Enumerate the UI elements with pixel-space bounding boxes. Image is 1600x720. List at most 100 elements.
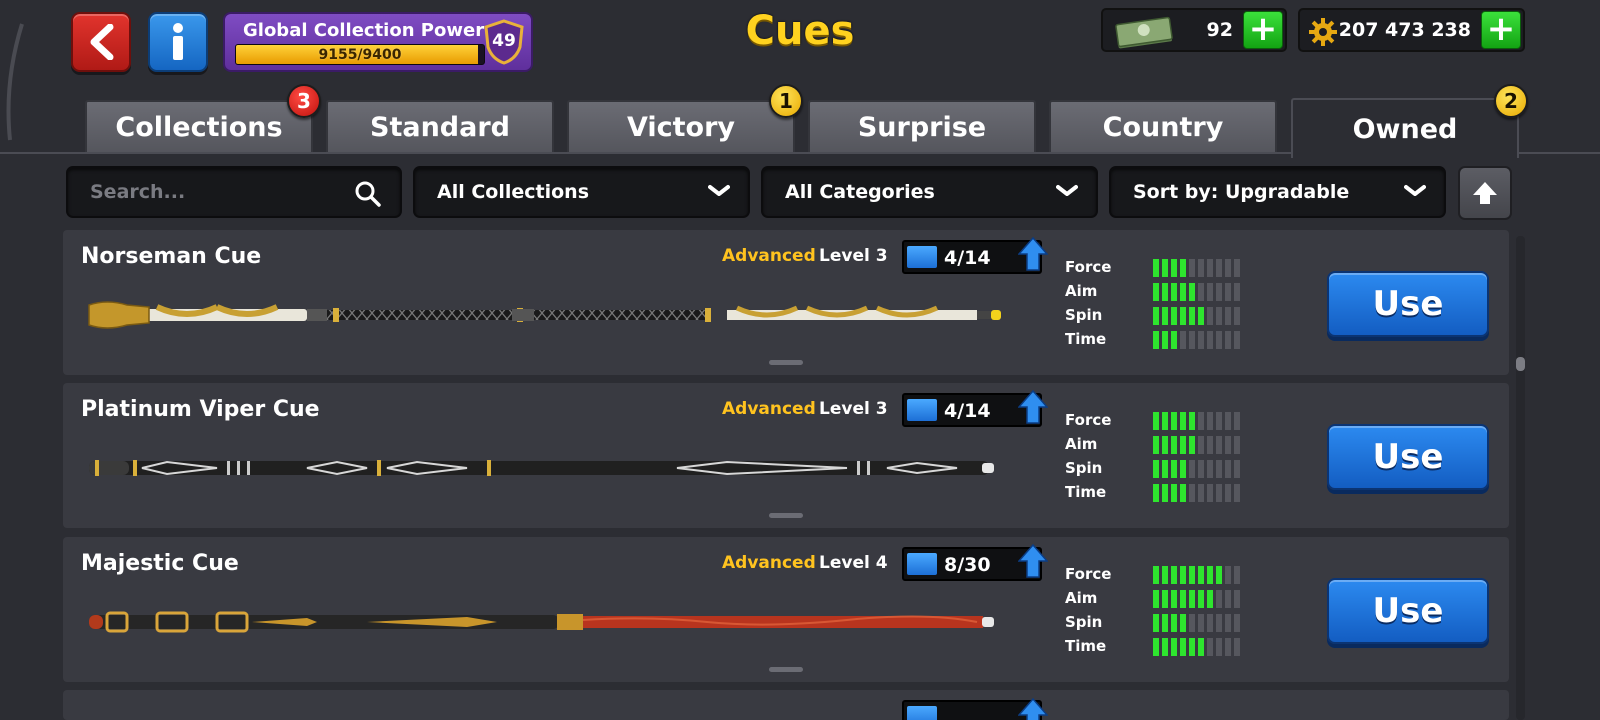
tab-surprise[interactable]: Surprise <box>808 100 1036 152</box>
stat-segment <box>1198 484 1204 502</box>
stat-segment <box>1171 460 1177 478</box>
cue-tier: Advanced <box>722 553 816 573</box>
cue-progress-text: 8/30 <box>944 554 991 576</box>
stat-segment <box>1207 307 1213 325</box>
stat-segment <box>1180 307 1186 325</box>
stat-segment <box>1153 460 1159 478</box>
stat-segment <box>1207 566 1213 584</box>
cue-progress-text: 4/14 <box>944 400 991 422</box>
stat-segment <box>1171 259 1177 277</box>
stat-label-spin: Spin <box>1065 459 1103 477</box>
stat-segment <box>1171 638 1177 656</box>
stat-segment <box>1180 283 1186 301</box>
stat-segment <box>1162 259 1168 277</box>
stat-segment <box>1171 331 1177 349</box>
stat-segment <box>1180 638 1186 656</box>
use-cue-button[interactable]: Use <box>1327 424 1489 490</box>
stat-segment <box>1198 436 1204 454</box>
cue-tier: Advanced <box>722 399 816 419</box>
stat-segment <box>1216 436 1222 454</box>
stat-label-aim: Aim <box>1065 282 1098 300</box>
stat-bar-aim <box>1153 590 1243 608</box>
stat-segment <box>1198 259 1204 277</box>
collections-dropdown[interactable]: All Collections <box>413 166 750 218</box>
stat-segment <box>1225 590 1231 608</box>
stat-segment <box>1198 412 1204 430</box>
coins-value: 207 473 238 <box>1338 19 1471 41</box>
coins-icon <box>1309 18 1337 46</box>
scrollbar-thumb[interactable] <box>1516 357 1525 371</box>
cue-progress-fill <box>907 399 937 421</box>
buy-cash-button[interactable]: + <box>1243 11 1283 49</box>
stat-segment <box>1171 307 1177 325</box>
stat-segment <box>1180 259 1186 277</box>
stat-segment <box>1153 259 1159 277</box>
stat-label-time: Time <box>1065 483 1107 501</box>
stat-label-time: Time <box>1065 637 1107 655</box>
upgrade-arrow-icon[interactable] <box>1018 237 1048 271</box>
stat-bar-spin <box>1153 460 1243 478</box>
tab-collections[interactable]: Collections <box>85 100 313 152</box>
cue-card[interactable]: Platinum Viper Cue Advanced Level 3 4/14 F… <box>63 383 1509 528</box>
tab-owned[interactable]: Owned <box>1291 98 1519 158</box>
cue-card[interactable]: Majestic Cue Advanced Level 4 8/30 Force Ai… <box>63 537 1509 682</box>
stat-segment <box>1234 590 1240 608</box>
tab-victory[interactable]: Victory <box>567 100 795 152</box>
stat-segment <box>1189 259 1195 277</box>
chevron-down-icon <box>1056 185 1078 196</box>
stat-segment <box>1234 460 1240 478</box>
stat-segment <box>1207 331 1213 349</box>
stat-segment <box>1180 614 1186 632</box>
tab-country[interactable]: Country <box>1049 100 1277 152</box>
plus-icon: + <box>1486 9 1516 49</box>
sort-direction-button[interactable] <box>1458 166 1512 220</box>
stat-segment <box>1189 566 1195 584</box>
stat-bar-aim <box>1153 436 1243 454</box>
sort-dropdown[interactable]: Sort by: Upgradable <box>1109 166 1446 218</box>
stat-segment <box>1162 460 1168 478</box>
stat-segment <box>1225 412 1231 430</box>
upgrade-arrow-icon[interactable] <box>1018 390 1048 424</box>
stat-segment <box>1207 614 1213 632</box>
use-cue-button[interactable]: Use <box>1327 578 1489 644</box>
stat-segment <box>1189 614 1195 632</box>
upgrade-arrow-icon <box>1018 698 1048 720</box>
cue-image <box>88 301 1001 329</box>
stat-segment <box>1162 590 1168 608</box>
search-input[interactable]: Search... <box>66 166 402 218</box>
stat-segment <box>1180 484 1186 502</box>
stat-segment <box>1189 590 1195 608</box>
stat-segment <box>1216 307 1222 325</box>
stat-bar-time <box>1153 331 1243 349</box>
stat-segment <box>1234 331 1240 349</box>
categories-dropdown[interactable]: All Categories <box>761 166 1098 218</box>
stat-segment <box>1198 614 1204 632</box>
cue-card[interactable]: Norseman Cue Advanced Level 3 4/14 Force Ai… <box>63 230 1509 375</box>
stat-segment <box>1153 566 1159 584</box>
chevron-down-icon <box>1404 185 1426 196</box>
stat-segment <box>1207 259 1213 277</box>
stat-segment <box>1234 412 1240 430</box>
stat-segment <box>1207 283 1213 301</box>
categories-dropdown-value: All Categories <box>785 181 935 203</box>
scrollbar-track[interactable] <box>1516 236 1525 720</box>
stat-label-aim: Aim <box>1065 435 1098 453</box>
stat-bar-spin <box>1153 614 1243 632</box>
stat-segment <box>1189 436 1195 454</box>
use-cue-button[interactable]: Use <box>1327 271 1489 337</box>
stat-segment <box>1198 638 1204 656</box>
chevron-down-icon <box>708 185 730 196</box>
stat-segment <box>1153 331 1159 349</box>
tab-label: Surprise <box>857 111 987 143</box>
buy-coins-button[interactable]: + <box>1481 11 1521 49</box>
stat-label-time: Time <box>1065 330 1107 348</box>
stat-segment <box>1180 460 1186 478</box>
upgrade-arrow-icon[interactable] <box>1018 544 1048 578</box>
tab-standard[interactable]: Standard <box>326 100 554 152</box>
stat-segment <box>1153 590 1159 608</box>
cash-icon <box>1115 16 1173 49</box>
stat-segment <box>1171 436 1177 454</box>
cue-card-partial[interactable] <box>63 690 1509 720</box>
stat-label-spin: Spin <box>1065 613 1103 631</box>
stat-segment <box>1162 307 1168 325</box>
